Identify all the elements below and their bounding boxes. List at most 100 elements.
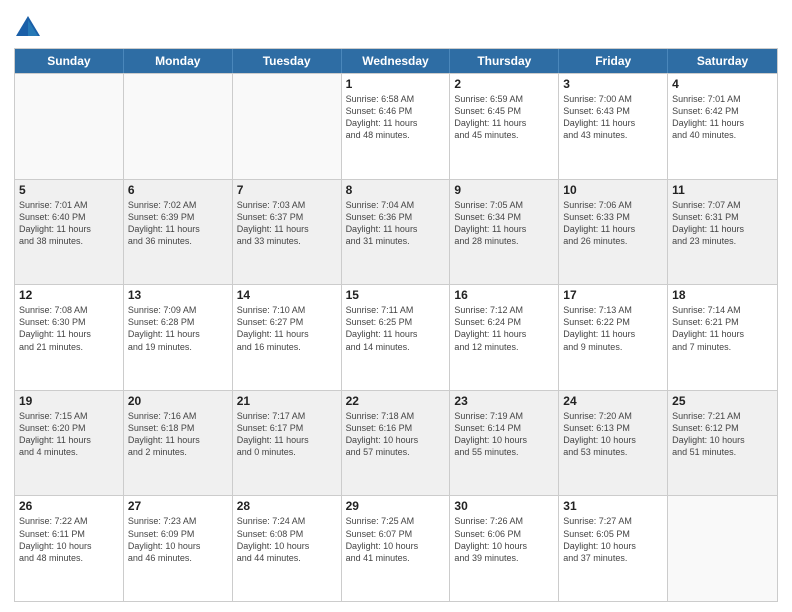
day-number: 12: [19, 288, 119, 302]
day-info: Sunrise: 7:21 AM Sunset: 6:12 PM Dayligh…: [672, 410, 773, 459]
calendar-day-7: 7Sunrise: 7:03 AM Sunset: 6:37 PM Daylig…: [233, 180, 342, 285]
day-info: Sunrise: 7:25 AM Sunset: 6:07 PM Dayligh…: [346, 515, 446, 564]
day-number: 24: [563, 394, 663, 408]
header-day-monday: Monday: [124, 49, 233, 73]
day-number: 17: [563, 288, 663, 302]
day-number: 3: [563, 77, 663, 91]
day-number: 2: [454, 77, 554, 91]
calendar-day-27: 27 Sunrise: 7:23 AM Sunset: 6:09 PM Dayli…: [124, 496, 233, 601]
day-number: 11: [672, 183, 773, 197]
day-info: Sunrise: 7:26 AM Sunset: 6:06 PM Dayligh…: [454, 515, 554, 564]
day-number: 4: [672, 77, 773, 91]
day-info: Sunrise: 7:13 AM Sunset: 6:22 PM Dayligh…: [563, 304, 663, 353]
calendar-day-8: 8 Sunrise: 7:04 AM Sunset: 6:36 PM Daylig…: [342, 180, 451, 285]
day-info: Sunrise: 7:10 AM Sunset: 6:27 PM Dayligh…: [237, 304, 337, 353]
header-day-thursday: Thursday: [450, 49, 559, 73]
day-number: 18: [672, 288, 773, 302]
day-number: 8: [346, 183, 446, 197]
calendar-row-1: 5 Sunrise: 7:01 AM Sunset: 6:40 PM Daylig…: [15, 179, 777, 285]
calendar-day-14: 14Sunrise: 7:10 AM Sunset: 6:27 PM Dayli…: [233, 285, 342, 390]
day-info: Sunrise: 7:01 AM Sunset: 6:40 PM Dayligh…: [19, 199, 119, 248]
calendar-day-2: 2 Sunrise: 6:59 AM Sunset: 6:45 PM Daylig…: [450, 74, 559, 179]
day-number: 6: [128, 183, 228, 197]
day-number: 5: [19, 183, 119, 197]
day-number: 26: [19, 499, 119, 513]
day-info: Sunrise: 7:12 AM Sunset: 6:24 PM Dayligh…: [454, 304, 554, 353]
day-number: 1: [346, 77, 446, 91]
day-number: 10: [563, 183, 663, 197]
calendar-day-26: 26Sunrise: 7:22 AM Sunset: 6:11 PM Dayli…: [15, 496, 124, 601]
day-number: 25: [672, 394, 773, 408]
day-info: Sunrise: 7:14 AM Sunset: 6:21 PM Dayligh…: [672, 304, 773, 353]
day-number: 20: [128, 394, 228, 408]
header-day-friday: Friday: [559, 49, 668, 73]
day-info: Sunrise: 7:24 AM Sunset: 6:08 PM Dayligh…: [237, 515, 337, 564]
day-info: Sunrise: 7:20 AM Sunset: 6:13 PM Dayligh…: [563, 410, 663, 459]
calendar-day-25: 25 Sunrise: 7:21 AM Sunset: 6:12 PM Dayli…: [668, 391, 777, 496]
day-info: Sunrise: 7:16 AM Sunset: 6:18 PM Dayligh…: [128, 410, 228, 459]
day-number: 28: [237, 499, 337, 513]
day-info: Sunrise: 7:06 AM Sunset: 6:33 PM Dayligh…: [563, 199, 663, 248]
calendar-day-16: 16 Sunrise: 7:12 AM Sunset: 6:24 PM Dayli…: [450, 285, 559, 390]
header-day-wednesday: Wednesday: [342, 49, 451, 73]
day-number: 21: [237, 394, 337, 408]
day-number: 13: [128, 288, 228, 302]
header-day-saturday: Saturday: [668, 49, 777, 73]
day-info: Sunrise: 7:04 AM Sunset: 6:36 PM Dayligh…: [346, 199, 446, 248]
calendar-row-3: 19 Sunrise: 7:15 AM Sunset: 6:20 PM Dayli…: [15, 390, 777, 496]
day-info: Sunrise: 7:03 AM Sunset: 6:37 PM Dayligh…: [237, 199, 337, 248]
calendar-day-28: 28 Sunrise: 7:24 AM Sunset: 6:08 PM Dayli…: [233, 496, 342, 601]
header-day-sunday: Sunday: [15, 49, 124, 73]
calendar-row-2: 12Sunrise: 7:08 AM Sunset: 6:30 PM Dayli…: [15, 284, 777, 390]
day-info: Sunrise: 7:17 AM Sunset: 6:17 PM Dayligh…: [237, 410, 337, 459]
day-info: Sunrise: 7:15 AM Sunset: 6:20 PM Dayligh…: [19, 410, 119, 459]
day-info: Sunrise: 7:01 AM Sunset: 6:42 PM Dayligh…: [672, 93, 773, 142]
header: [14, 10, 778, 42]
calendar-day-3: 3 Sunrise: 7:00 AM Sunset: 6:43 PM Daylig…: [559, 74, 668, 179]
calendar-day-empty-0-2: [233, 74, 342, 179]
day-info: Sunrise: 7:19 AM Sunset: 6:14 PM Dayligh…: [454, 410, 554, 459]
day-number: 23: [454, 394, 554, 408]
calendar-day-4: 4 Sunrise: 7:01 AM Sunset: 6:42 PM Daylig…: [668, 74, 777, 179]
calendar: SundayMondayTuesdayWednesdayThursdayFrid…: [14, 48, 778, 602]
calendar-row-4: 26Sunrise: 7:22 AM Sunset: 6:11 PM Dayli…: [15, 495, 777, 601]
calendar-row-0: 1 Sunrise: 6:58 AM Sunset: 6:46 PM Daylig…: [15, 73, 777, 179]
day-info: Sunrise: 6:58 AM Sunset: 6:46 PM Dayligh…: [346, 93, 446, 142]
calendar-day-18: 18 Sunrise: 7:14 AM Sunset: 6:21 PM Dayli…: [668, 285, 777, 390]
day-info: Sunrise: 7:11 AM Sunset: 6:25 PM Dayligh…: [346, 304, 446, 353]
day-info: Sunrise: 7:07 AM Sunset: 6:31 PM Dayligh…: [672, 199, 773, 248]
day-info: Sunrise: 7:27 AM Sunset: 6:05 PM Dayligh…: [563, 515, 663, 564]
calendar-day-11: 11 Sunrise: 7:07 AM Sunset: 6:31 PM Dayli…: [668, 180, 777, 285]
day-number: 27: [128, 499, 228, 513]
calendar-day-5: 5 Sunrise: 7:01 AM Sunset: 6:40 PM Daylig…: [15, 180, 124, 285]
day-info: Sunrise: 6:59 AM Sunset: 6:45 PM Dayligh…: [454, 93, 554, 142]
day-info: Sunrise: 7:09 AM Sunset: 6:28 PM Dayligh…: [128, 304, 228, 353]
day-number: 16: [454, 288, 554, 302]
day-number: 19: [19, 394, 119, 408]
calendar-header: SundayMondayTuesdayWednesdayThursdayFrid…: [15, 49, 777, 73]
calendar-day-23: 23 Sunrise: 7:19 AM Sunset: 6:14 PM Dayli…: [450, 391, 559, 496]
day-info: Sunrise: 7:05 AM Sunset: 6:34 PM Dayligh…: [454, 199, 554, 248]
calendar-day-1: 1 Sunrise: 6:58 AM Sunset: 6:46 PM Daylig…: [342, 74, 451, 179]
calendar-day-9: 9 Sunrise: 7:05 AM Sunset: 6:34 PM Daylig…: [450, 180, 559, 285]
day-number: 30: [454, 499, 554, 513]
calendar-day-22: 22Sunrise: 7:18 AM Sunset: 6:16 PM Dayli…: [342, 391, 451, 496]
calendar-day-19: 19 Sunrise: 7:15 AM Sunset: 6:20 PM Dayli…: [15, 391, 124, 496]
day-info: Sunrise: 7:23 AM Sunset: 6:09 PM Dayligh…: [128, 515, 228, 564]
day-info: Sunrise: 7:18 AM Sunset: 6:16 PM Dayligh…: [346, 410, 446, 459]
calendar-day-30: 30 Sunrise: 7:26 AM Sunset: 6:06 PM Dayli…: [450, 496, 559, 601]
calendar-day-6: 6 Sunrise: 7:02 AM Sunset: 6:39 PM Daylig…: [124, 180, 233, 285]
logo: [14, 14, 46, 42]
day-info: Sunrise: 7:02 AM Sunset: 6:39 PM Dayligh…: [128, 199, 228, 248]
calendar-day-empty-0-0: [15, 74, 124, 179]
day-number: 9: [454, 183, 554, 197]
calendar-day-24: 24 Sunrise: 7:20 AM Sunset: 6:13 PM Dayli…: [559, 391, 668, 496]
calendar-day-13: 13 Sunrise: 7:09 AM Sunset: 6:28 PM Dayli…: [124, 285, 233, 390]
logo-icon: [14, 14, 42, 42]
calendar-day-17: 17 Sunrise: 7:13 AM Sunset: 6:22 PM Dayli…: [559, 285, 668, 390]
calendar-day-31: 31 Sunrise: 7:27 AM Sunset: 6:05 PM Dayli…: [559, 496, 668, 601]
calendar-day-29: 29Sunrise: 7:25 AM Sunset: 6:07 PM Dayli…: [342, 496, 451, 601]
day-info: Sunrise: 7:00 AM Sunset: 6:43 PM Dayligh…: [563, 93, 663, 142]
day-number: 31: [563, 499, 663, 513]
day-number: 15: [346, 288, 446, 302]
